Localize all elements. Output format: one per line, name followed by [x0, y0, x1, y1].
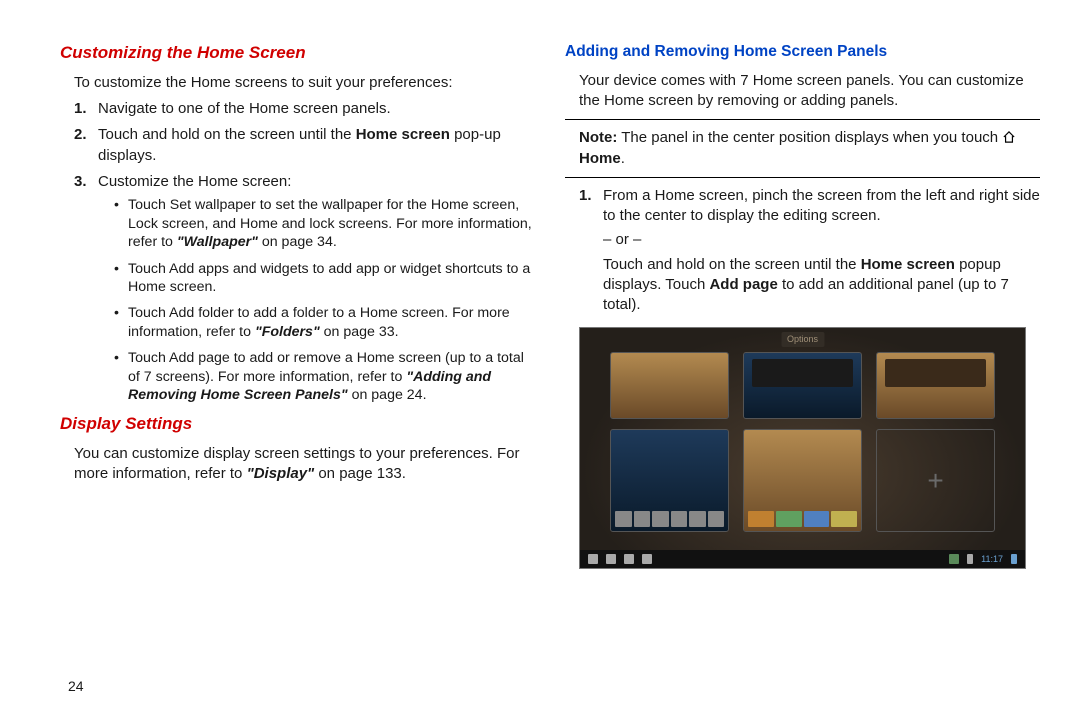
- right-steps: 1. From a Home screen, pinch the screen …: [565, 186, 1040, 316]
- steps-list: 1.Navigate to one of the Home screen pan…: [60, 99, 535, 405]
- battery-icon: [1011, 554, 1017, 564]
- panel-thumb: [743, 352, 862, 418]
- panels-intro: Your device comes with 7 Home screen pan…: [579, 71, 1040, 112]
- step-3: 3.Customize the Home screen: Touch Set w…: [74, 172, 535, 405]
- shot-nav-bar: 11:17: [580, 550, 1025, 568]
- back-icon: [588, 554, 598, 564]
- divider-top: [565, 119, 1040, 120]
- panel-thumb: [610, 429, 729, 533]
- right-column: Adding and Removing Home Screen Panels Y…: [565, 40, 1040, 710]
- recent-icon: [624, 554, 634, 564]
- panel-thumb: [610, 352, 729, 418]
- left-column: Customizing the Home Screen To customize…: [60, 40, 535, 710]
- or-separator: – or –: [603, 230, 1040, 250]
- panel-thumb: [743, 429, 862, 533]
- screenshot-panels-editor: Options + 11:17: [579, 327, 1026, 569]
- bullet-page: Touch Add page to add or remove a Home s…: [114, 349, 535, 404]
- right-step-1: 1. From a Home screen, pinch the screen …: [579, 186, 1040, 316]
- home-icon: [1002, 131, 1016, 143]
- bullet-wallpaper: Touch Set wallpaper to set the wallpaper…: [114, 196, 535, 251]
- divider-bottom: [565, 177, 1040, 178]
- panel-add: +: [876, 429, 995, 533]
- bullet-folder: Touch Add folder to add a folder to a Ho…: [114, 304, 535, 341]
- status-icon: [949, 554, 959, 564]
- screenshot-icon: [642, 554, 652, 564]
- page-number: 24: [68, 678, 84, 694]
- panel-thumb: [876, 352, 995, 418]
- note-block: Note: The panel in the center position d…: [579, 128, 1026, 169]
- heading-display-settings: Display Settings: [60, 413, 535, 436]
- intro-text: To customize the Home screens to suit yo…: [74, 73, 535, 93]
- shot-top-label: Options: [781, 332, 824, 346]
- home-nav-icon: [606, 554, 616, 564]
- display-para: You can customize display screen setting…: [74, 444, 535, 485]
- clock: 11:17: [981, 553, 1003, 565]
- step-1: 1.Navigate to one of the Home screen pan…: [74, 99, 535, 119]
- bullet-apps: Touch Add apps and widgets to add app or…: [114, 260, 535, 297]
- heading-panels: Adding and Removing Home Screen Panels: [565, 42, 1040, 63]
- step-2: 2.Touch and hold on the screen until the…: [74, 125, 535, 166]
- signal-icon: [967, 554, 973, 564]
- heading-customizing: Customizing the Home Screen: [60, 42, 535, 65]
- sub-bullets: Touch Set wallpaper to set the wallpaper…: [98, 196, 535, 405]
